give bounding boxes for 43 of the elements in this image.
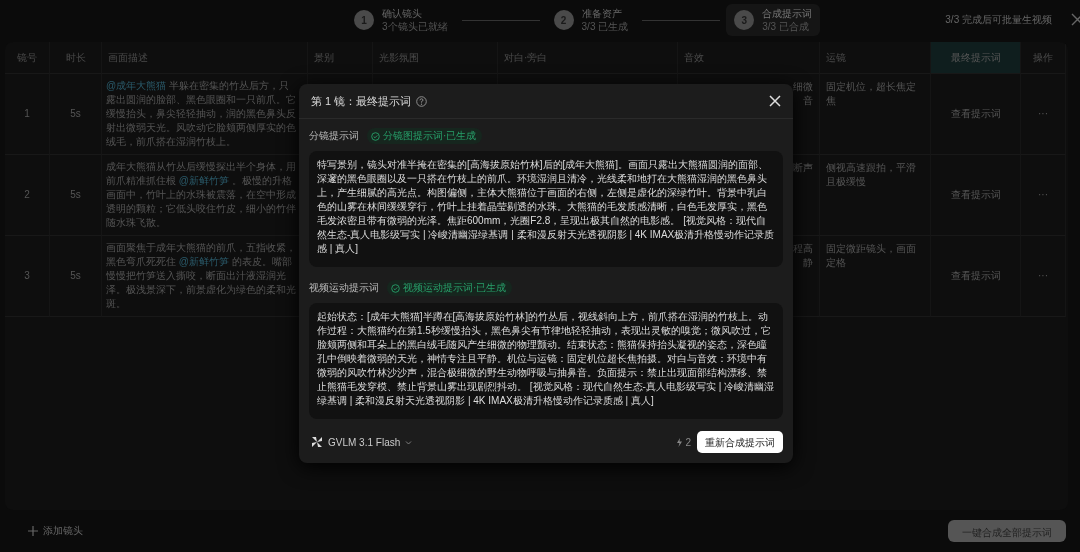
table-cell: 1 xyxy=(5,74,50,155)
cell-text: 静 xyxy=(803,256,813,270)
step-title: 确认镜头 xyxy=(382,7,423,20)
more-button[interactable]: ··· xyxy=(1034,267,1052,285)
status-note: 3/3 完成后可批量生视频 xyxy=(945,13,1052,27)
view-prompt-link[interactable]: 查看提示词 xyxy=(946,267,1005,285)
mention-link[interactable]: @新鲜竹笋 xyxy=(178,175,229,186)
mention-link[interactable]: @成年大熊猫 xyxy=(106,80,167,91)
check-circle-icon xyxy=(391,283,400,293)
status-badge: 分镜图提示词·已生成 xyxy=(367,128,483,144)
chevron-down-icon xyxy=(405,439,413,445)
prompt-text-box[interactable]: 起始状态：[成年大熊猫]半蹲在[高海拔原始竹林]的竹丛后，视线斜向上方，前爪搭在湿润的竹枝上。动作过程：大熊猫约在第1.5秒缓慢抬头，黑色鼻尖有节律地轻轻抽动，表现出灵敏的嗅觉；微风吹过，它脸颊两侧和耳朵上的黑白绒毛随风产生细微的物理颤动。结束状态：熊猫保持抬头凝视的姿态，深色瞳孔中倒映着微弱的天光，神情专注且平静。机位与运镜：固定机位超长焦拍摄。对白与音效：环境中有微弱的风吹竹林沙沙声，混合极细微的野生动物呼吸与抽鼻音。负面提示：禁止出现面部结构漂移、禁止熊猫毛发穿模、禁止背景山雾出现剧烈抖动。 [视觉风格：现代自然生态-真人电影级写实 | 冷峻清幽湿绿基调 | 柔和漫反射天光透视阴影 | 4K IMAX极清升格慢动作记录质感 | 真人] xyxy=(309,303,783,419)
table-cell: 2 xyxy=(5,155,50,236)
table-cell: 5s xyxy=(50,74,102,155)
regenerate-button[interactable]: 重新合成提示词 xyxy=(697,431,783,453)
cell-text: 细微 xyxy=(793,80,813,94)
status-badge: 视频运动提示词·已生成 xyxy=(387,280,513,296)
add-shot-button[interactable]: 添加镜头 xyxy=(26,522,85,540)
step-title: 准备资产 xyxy=(581,7,623,20)
more-button[interactable]: ··· xyxy=(1034,186,1052,204)
view-prompt-link[interactable]: 查看提示词 xyxy=(946,186,1005,204)
table-cell: 固定机位，超长焦定焦 xyxy=(826,81,916,106)
step-title: 合成提示词 xyxy=(762,7,813,20)
modal-title: 第 1 镜：最终提示词 xyxy=(311,93,412,109)
pinwheel-icon xyxy=(311,436,323,448)
lightning-icon xyxy=(676,437,684,447)
table-cell: 5s xyxy=(50,236,102,317)
more-button[interactable]: ··· xyxy=(1034,105,1052,123)
view-prompt-link[interactable]: 查看提示词 xyxy=(946,105,1005,123)
help-icon xyxy=(416,95,428,107)
column-header: 最终提示词 xyxy=(931,42,1021,74)
cell-text: 音 xyxy=(803,94,813,108)
table-cell: 5s xyxy=(50,155,102,236)
prompt-text-box[interactable]: 特写景别，镜头对准半掩在密集的[高海拔原始竹林]后的[成年大熊猫]。画面只露出大熊猫圆润的面部、深邃的黑色眼圈以及一只搭在竹枝上的前爪。环境湿润且清冷，光线柔和地打在大熊猫湿润的黑色鼻头上，产生细腻的高光点。构图偏侧，主体大熊猫位于画面的右侧，左侧是虚化的深绿竹叶。背景中乳白色的山雾在林间缓缓穿行，竹叶上挂着晶莹剔透的水珠。大熊猫的毛发质感清晰，白色毛发厚实，黑色毛发浓密且带有微弱的光泽。焦距600mm，光圈F2.8，呈现出极其自然的电影感。 [视觉风格：现代自然生态-真人电影级写实 | 冷峻清幽湿绿基调 | 柔和漫反射天光透视阴影 | 4K IMAX极清升格慢动作记录质感 | 真人] xyxy=(309,151,783,267)
check-circle-icon xyxy=(371,131,380,141)
model-selector[interactable]: GVLM 3.1 Flash xyxy=(309,434,415,450)
mention-link[interactable]: @新鲜竹笋 xyxy=(178,256,229,267)
table-cell: 3 xyxy=(5,236,50,317)
section-label: 视频运动提示词 xyxy=(309,281,379,295)
section-label: 分镜提示词 xyxy=(309,129,359,143)
plus-icon xyxy=(28,526,38,536)
step-subtitle: 3/3 已生成 xyxy=(581,20,629,33)
cost-value: 2 xyxy=(685,436,691,448)
